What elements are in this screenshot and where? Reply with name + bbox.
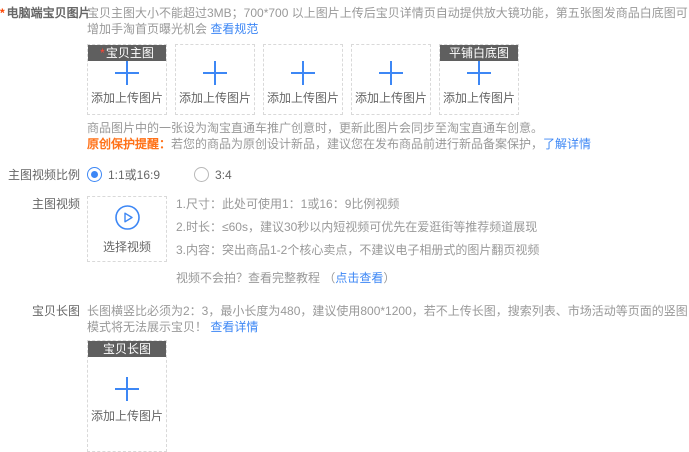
upload-label: 添加上传图片: [91, 89, 163, 106]
video-help-line: 视频不会拍？查看完整教程 （点击查看）: [176, 270, 539, 286]
upload-label: 添加上传图片: [267, 89, 339, 106]
view-tutorial-link[interactable]: 点击查看: [335, 271, 383, 285]
plus-icon: [379, 61, 403, 83]
view-details-link[interactable]: 查看详情: [210, 320, 258, 334]
radio-option-3-4[interactable]: 3:4: [194, 167, 232, 182]
video-ratio-row: 主图视频比例 1:1或16:9 3:4: [0, 166, 689, 183]
upload-label: 添加上传图片: [443, 89, 515, 106]
learn-more-link[interactable]: 了解详情: [543, 137, 591, 151]
promo-sync-note: 商品图片中的一张设为淘宝直通车推广创意时，更新此图片会同步至淘宝直通车创意。: [87, 121, 689, 136]
uploader-box-2[interactable]: 添加上传图片: [175, 44, 255, 115]
video-tips-list: 1.尺寸：此处可使用1：1或16：9比例视频 2.时长：≤60s，建议30秒以内…: [176, 196, 539, 286]
box-header-badge-white-bg: 平铺白底图: [440, 45, 518, 61]
radio-option-1-1-or-16-9[interactable]: 1:1或16:9: [87, 166, 160, 183]
plus-icon: [467, 61, 491, 83]
main-images-header-row: *电脑端宝贝图片 宝贝主图大小不能超过3MB；700*700 以上图片上传后宝贝…: [0, 0, 689, 37]
box-header-badge-main: *宝贝主图: [88, 45, 166, 61]
radio-selected-icon: [87, 167, 102, 182]
radio-unselected-icon: [194, 167, 209, 182]
upload-label: 添加上传图片: [355, 89, 427, 106]
plus-icon: [115, 61, 139, 83]
video-select-label: 选择视频: [103, 238, 151, 255]
uploader-box-white-bg[interactable]: 平铺白底图 添加上传图片: [439, 44, 519, 115]
plus-icon: [203, 61, 227, 83]
video-tip-size: 1.尺寸：此处可使用1：1或16：9比例视频: [176, 196, 539, 212]
section-label-main-images: *电脑端宝贝图片: [0, 5, 80, 21]
main-images-description: 宝贝主图大小不能超过3MB；700*700 以上图片上传后宝贝详情页自动提供放大…: [87, 5, 689, 37]
video-ratio-radio-group: 1:1或16:9 3:4: [87, 166, 266, 183]
protection-prefix: 原创保护提醒：: [87, 137, 171, 151]
plus-icon: [115, 377, 139, 401]
uploader-box-4[interactable]: 添加上传图片: [351, 44, 431, 115]
video-select-box[interactable]: 选择视频: [87, 196, 167, 262]
long-uploader-wrap: 宝贝长图 添加上传图片: [87, 340, 689, 452]
video-tip-duration: 2.时长：≤60s，建议30秒以内短视频可优先在爱逛街等推荐频道展现: [176, 219, 539, 235]
long-image-description: 长图横竖比必须为2：3，最小长度为480，建议使用800*1200，若不上传长图…: [87, 303, 689, 335]
required-asterisk: *: [0, 6, 5, 20]
section-label-main-video: 主图视频: [0, 196, 80, 212]
view-specs-link[interactable]: 查看规范: [210, 22, 258, 36]
main-video-row: 主图视频 选择视频 1.尺寸：此处可使用1：1或16：9比例视频 2.时长：≤6…: [0, 196, 689, 286]
upload-label: 添加上传图片: [91, 407, 163, 424]
upload-label: 添加上传图片: [179, 89, 251, 106]
section-label-video-ratio: 主图视频比例: [0, 167, 80, 183]
required-asterisk: *: [100, 46, 105, 60]
video-tip-content: 3.内容：突出商品1-2个核心卖点，不建议电子相册式的图片翻页视频: [176, 242, 539, 258]
uploader-box-main-1[interactable]: *宝贝主图 添加上传图片: [87, 44, 167, 115]
uploader-box-long-image[interactable]: 宝贝长图 添加上传图片: [87, 340, 167, 452]
long-image-row: 宝贝长图 长图横竖比必须为2：3，最小长度为480，建议使用800*1200，若…: [0, 303, 689, 335]
uploader-box-3[interactable]: 添加上传图片: [263, 44, 343, 115]
original-protection-note: 原创保护提醒：若您的商品为原创设计新品，建议您在发布商品前进行新品备案保护，了解…: [87, 137, 689, 152]
section-label-long-image: 宝贝长图: [0, 303, 80, 319]
box-header-badge-long: 宝贝长图: [88, 341, 166, 357]
upload-boxes-row: *宝贝主图 添加上传图片 添加上传图片 添加上传图片 添加上传图片 平铺白底图 …: [87, 44, 689, 115]
play-icon: [114, 204, 141, 231]
plus-icon: [291, 61, 315, 83]
